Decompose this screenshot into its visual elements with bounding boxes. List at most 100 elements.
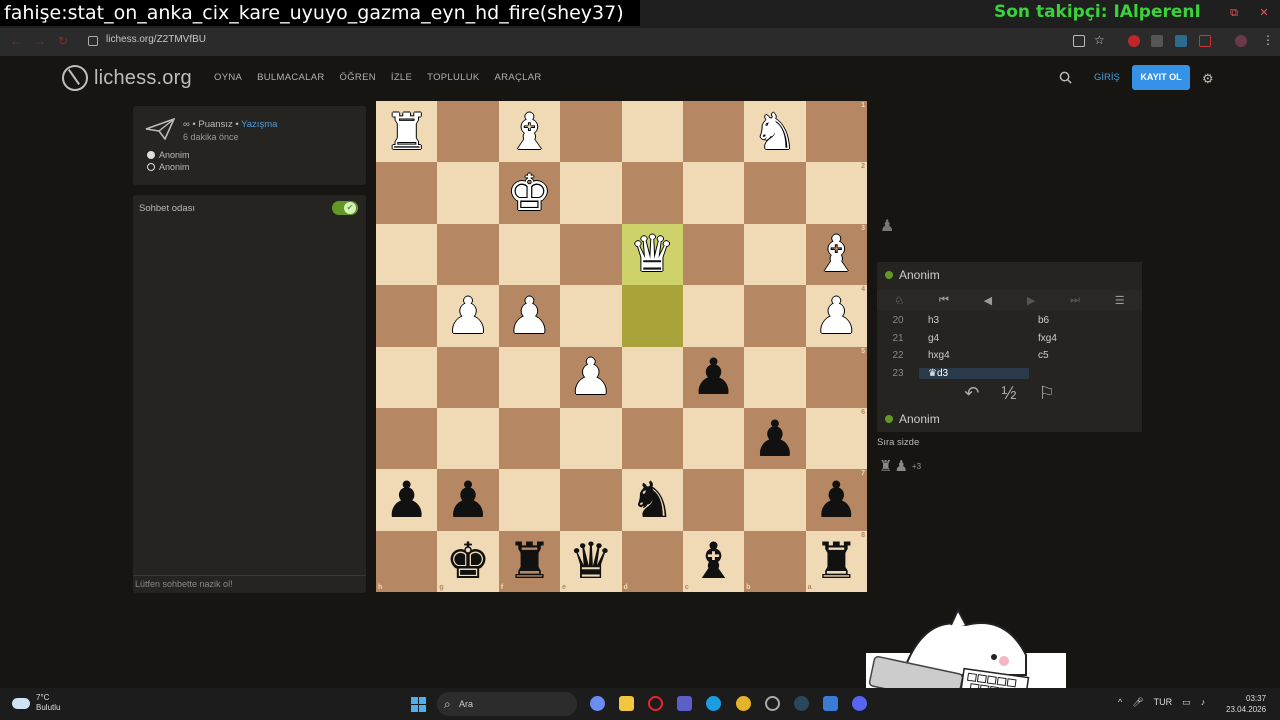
steam-icon[interactable] (794, 696, 809, 711)
board-square[interactable] (744, 469, 806, 531)
opera-icon[interactable] (648, 696, 663, 711)
board-square[interactable]: ♛ e (560, 530, 622, 592)
game-mode-link[interactable]: Yazışma (241, 119, 277, 130)
board-square[interactable] (682, 223, 745, 286)
login-link[interactable]: GİRİŞ (1094, 72, 1120, 83)
nav-community[interactable]: TOPLULUK (427, 72, 479, 83)
board-square[interactable] (437, 162, 499, 224)
board-square[interactable] (560, 285, 622, 347)
resign-flag-icon[interactable]: ⚐ (1038, 383, 1054, 404)
board-square[interactable]: ♜ 8 a (805, 530, 867, 592)
board-square[interactable] (682, 407, 745, 470)
board-square[interactable] (682, 285, 745, 347)
board-square[interactable] (376, 285, 438, 347)
chess-piece[interactable]: ♞ (630, 475, 675, 525)
board-square[interactable]: ♝ (498, 101, 561, 163)
install-icon[interactable] (1073, 35, 1085, 47)
board-square[interactable]: ♞ (744, 101, 806, 163)
offer-draw-button[interactable]: ½ (1001, 383, 1016, 404)
volume-icon[interactable]: ♪ (1201, 697, 1206, 708)
network-app-icon[interactable] (823, 696, 838, 711)
board-square[interactable]: 5 (805, 346, 867, 408)
extension-off-icon[interactable] (1151, 35, 1163, 47)
self-name[interactable]: Anonim (899, 412, 940, 426)
board-square[interactable]: 6 (805, 407, 867, 470)
chess-piece[interactable]: ♟ (446, 291, 491, 341)
chess-piece[interactable]: ♜ (814, 536, 859, 586)
extension-square-icon[interactable] (1199, 35, 1211, 47)
board-square[interactable] (498, 469, 561, 531)
board-square[interactable]: ♟ 4 (805, 285, 867, 347)
first-move-icon[interactable]: ⏮ (939, 294, 949, 307)
chess-piece[interactable]: ♛ (568, 536, 613, 586)
taskbar-search[interactable]: Ara (437, 692, 577, 716)
board-square[interactable] (437, 101, 499, 163)
close-icon[interactable]: ✕ (1250, 4, 1278, 22)
board-square[interactable]: ♟ (376, 469, 438, 531)
nav-play[interactable]: OYNA (214, 72, 242, 83)
nav-puzzles[interactable]: BULMACALAR (257, 72, 324, 83)
player-white[interactable]: Anonim (147, 150, 190, 160)
chat-input[interactable]: Lütfen sohbette nazik ol! (133, 575, 366, 593)
board-square[interactable] (437, 223, 499, 286)
board-square[interactable] (560, 223, 622, 286)
chess-piece[interactable]: ♜ (507, 536, 552, 586)
nav-learn[interactable]: ÖĞREN (340, 72, 376, 83)
edge-icon[interactable] (706, 696, 721, 711)
nav-watch[interactable]: İZLE (391, 72, 412, 83)
last-move-icon[interactable]: ⏭ (1070, 294, 1080, 307)
board-square[interactable]: ♝ c (682, 530, 745, 592)
board-square[interactable] (560, 162, 622, 224)
register-button[interactable]: KAYIT OL (1132, 65, 1190, 90)
forward-icon[interactable]: → (34, 34, 46, 48)
board-square[interactable]: d (621, 530, 683, 592)
chess-piece[interactable]: ♚ (507, 168, 552, 218)
search-icon[interactable] (1059, 71, 1072, 84)
extension-red-icon[interactable] (1128, 35, 1140, 47)
player-black[interactable]: Anonim (147, 162, 190, 172)
menu-icon[interactable]: ☰ (1115, 294, 1125, 307)
chess-piece[interactable]: ♟ (691, 352, 736, 402)
board-square[interactable] (621, 285, 683, 347)
board-square[interactable] (498, 346, 561, 408)
board-square[interactable]: ♟ (560, 346, 622, 408)
back-icon[interactable]: ← (10, 34, 22, 48)
file-explorer-icon[interactable] (619, 696, 634, 711)
chess-piece[interactable]: ♟ (568, 352, 613, 402)
analysis-icon[interactable]: ♘ (894, 294, 904, 307)
board-square[interactable] (437, 346, 499, 408)
discord-icon[interactable] (852, 696, 867, 711)
bookmark-star-icon[interactable]: ☆ (1094, 33, 1106, 47)
obs-icon[interactable] (765, 696, 780, 711)
chess-piece[interactable]: ♜ (384, 107, 429, 157)
weather-widget[interactable]: 7°C Bulutlu (12, 693, 60, 713)
board-square[interactable] (376, 223, 438, 286)
site-logo[interactable]: lichess.org (62, 65, 192, 91)
board-square[interactable]: ♟ 7 (805, 469, 867, 531)
menu-dots-icon[interactable]: ⋮ (1262, 33, 1274, 47)
board-square[interactable] (621, 101, 683, 163)
board-square[interactable]: ♛ (621, 223, 683, 286)
chess-piece[interactable]: ♟ (384, 475, 429, 525)
chess-piece[interactable]: ♟ (446, 475, 491, 525)
chess-piece[interactable]: ♞ (753, 107, 798, 157)
board-square[interactable] (682, 162, 745, 224)
board-square[interactable]: h (376, 530, 438, 592)
opponent-name[interactable]: Anonim (899, 268, 940, 282)
board-square[interactable] (376, 407, 438, 470)
windows-start-icon[interactable] (411, 697, 426, 712)
chrome-icon[interactable] (736, 696, 751, 711)
board-square[interactable]: ♟ (437, 469, 499, 531)
chess-piece[interactable]: ♛ (630, 229, 675, 279)
board-square[interactable] (744, 346, 806, 408)
copilot-icon[interactable] (590, 696, 605, 711)
tray-chevron-icon[interactable]: ^ (1118, 697, 1122, 708)
board-square[interactable]: b (744, 530, 806, 592)
board-square[interactable] (744, 223, 806, 286)
monitor-icon[interactable]: ▭ (1182, 697, 1191, 708)
board-square[interactable] (560, 469, 622, 531)
board-square[interactable]: ♝ 3 (805, 223, 867, 286)
board-square[interactable]: ♟ (498, 285, 561, 347)
board-square[interactable] (560, 407, 622, 470)
chess-board[interactable]: ♜ ♝ ♞ 1 ♚ 2 ♛ ♝ 3 ♟ ♟ ♟ 4 ♟ ♟ 5 ♟ 6 ♟ ♟ ♞ ♟ 7 h ♚ g ♜ f ♛ e d ♝ c b ♜ 8 a (376, 101, 867, 592)
